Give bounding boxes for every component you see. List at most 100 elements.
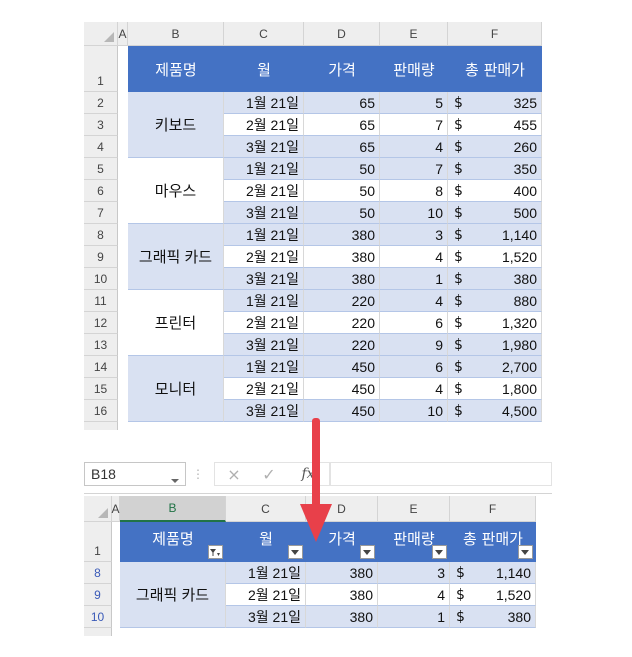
price-cell[interactable]: 380 [304,268,380,290]
column-header-a[interactable]: A [118,22,128,46]
row-header-14[interactable]: 14 [84,356,118,378]
filter-dropdown-active-icon[interactable] [208,545,223,559]
price-cell[interactable]: 380 [304,246,380,268]
price-cell[interactable]: 65 [304,136,380,158]
name-box-dropdown-icon[interactable] [170,470,180,483]
select-all-corner[interactable] [84,22,118,46]
month-cell[interactable]: 3월 21일 [224,136,304,158]
quantity-cell[interactable]: 7 [380,114,448,136]
row-header-1[interactable]: 1 [84,522,112,562]
price-cell[interactable]: 380 [306,562,378,584]
column-header-f[interactable]: F [448,22,542,46]
column-header-a[interactable]: A [112,496,120,522]
month-cell[interactable]: 2월 21일 [224,312,304,334]
month-cell[interactable]: 3월 21일 [224,334,304,356]
price-cell[interactable]: 50 [304,202,380,224]
month-cell[interactable]: 1월 21일 [226,562,306,584]
row-header-12[interactable]: 12 [84,312,118,334]
price-cell[interactable]: 220 [304,312,380,334]
quantity-cell[interactable]: 4 [380,136,448,158]
quantity-cell[interactable]: 10 [380,202,448,224]
select-all-corner[interactable] [84,496,112,522]
month-cell[interactable]: 2월 21일 [224,180,304,202]
month-cell[interactable]: 3월 21일 [224,202,304,224]
row-header-1[interactable]: 1 [84,46,118,92]
row-header-11[interactable]: 11 [84,290,118,312]
month-cell[interactable]: 1월 21일 [224,356,304,378]
column-header-b[interactable]: B [120,496,226,522]
product-name-cell[interactable]: 마우스 [128,158,224,224]
row-header-10[interactable]: 10 [84,268,118,290]
row-header-15[interactable]: 15 [84,378,118,400]
quantity-cell[interactable]: 9 [380,334,448,356]
month-cell[interactable]: 2월 21일 [224,246,304,268]
product-name-cell[interactable]: 그래픽 카드 [128,224,224,290]
price-cell[interactable]: 380 [306,606,378,628]
month-cell[interactable]: 2월 21일 [224,378,304,400]
price-cell[interactable]: 380 [304,224,380,246]
filter-dropdown-button[interactable] [360,545,375,559]
price-cell[interactable]: 50 [304,180,380,202]
price-cell[interactable]: 450 [304,356,380,378]
column-header-c[interactable]: C [224,22,304,46]
month-cell[interactable]: 1월 21일 [224,290,304,312]
price-cell[interactable]: 65 [304,92,380,114]
quantity-cell[interactable]: 4 [380,290,448,312]
row-header-8[interactable]: 8 [84,224,118,246]
cancel-icon[interactable]: × [224,462,244,486]
month-cell[interactable]: 3월 21일 [224,268,304,290]
row-header-4[interactable]: 4 [84,136,118,158]
price-cell[interactable]: 380 [306,584,378,606]
row-header-5[interactable]: 5 [84,158,118,180]
row-header-9[interactable]: 9 [84,584,112,606]
row-header-2[interactable]: 2 [84,92,118,114]
column-header-f[interactable]: F [450,496,536,522]
more-options-icon[interactable]: ⋮ [192,462,204,486]
filter-dropdown-button[interactable] [518,545,533,559]
quantity-cell[interactable]: 1 [378,606,450,628]
price-cell[interactable]: 220 [304,290,380,312]
quantity-cell[interactable]: 6 [380,356,448,378]
price-cell[interactable]: 50 [304,158,380,180]
column-header-e[interactable]: E [380,22,448,46]
month-cell[interactable]: 3월 21일 [224,400,304,422]
row-header-10[interactable]: 10 [84,606,112,628]
quantity-cell[interactable]: 4 [378,584,450,606]
filter-dropdown-button[interactable] [432,545,447,559]
quantity-cell[interactable]: 1 [380,268,448,290]
quantity-cell[interactable]: 4 [380,246,448,268]
quantity-cell[interactable]: 7 [380,158,448,180]
column-header-b[interactable]: B [128,22,224,46]
column-header-d[interactable]: D [304,22,380,46]
product-name-cell[interactable]: 프린터 [128,290,224,356]
row-header-8[interactable]: 8 [84,562,112,584]
quantity-cell[interactable]: 5 [380,92,448,114]
quantity-cell[interactable]: 4 [380,378,448,400]
row-header-6[interactable]: 6 [84,180,118,202]
price-cell[interactable]: 65 [304,114,380,136]
month-cell[interactable]: 1월 21일 [224,158,304,180]
quantity-cell[interactable]: 10 [380,400,448,422]
month-cell[interactable]: 2월 21일 [224,114,304,136]
month-cell[interactable]: 1월 21일 [224,224,304,246]
month-cell[interactable]: 1월 21일 [224,92,304,114]
column-header-e[interactable]: E [378,496,450,522]
price-cell[interactable]: 450 [304,378,380,400]
product-name-cell[interactable]: 모니터 [128,356,224,422]
enter-icon[interactable]: ✓ [259,462,279,486]
quantity-cell[interactable]: 3 [378,562,450,584]
row-header-16[interactable]: 16 [84,400,118,422]
quantity-cell[interactable]: 8 [380,180,448,202]
price-cell[interactable]: 220 [304,334,380,356]
row-header-9[interactable]: 9 [84,246,118,268]
row-header-13[interactable]: 13 [84,334,118,356]
product-name-cell[interactable]: 키보드 [128,92,224,158]
product-name-cell[interactable]: 그래픽 카드 [120,562,226,628]
formula-input[interactable] [330,462,552,486]
row-header-7[interactable]: 7 [84,202,118,224]
month-cell[interactable]: 2월 21일 [226,584,306,606]
column-header-c[interactable]: C [226,496,306,522]
quantity-cell[interactable]: 3 [380,224,448,246]
row-header-3[interactable]: 3 [84,114,118,136]
filter-dropdown-button[interactable] [288,545,303,559]
